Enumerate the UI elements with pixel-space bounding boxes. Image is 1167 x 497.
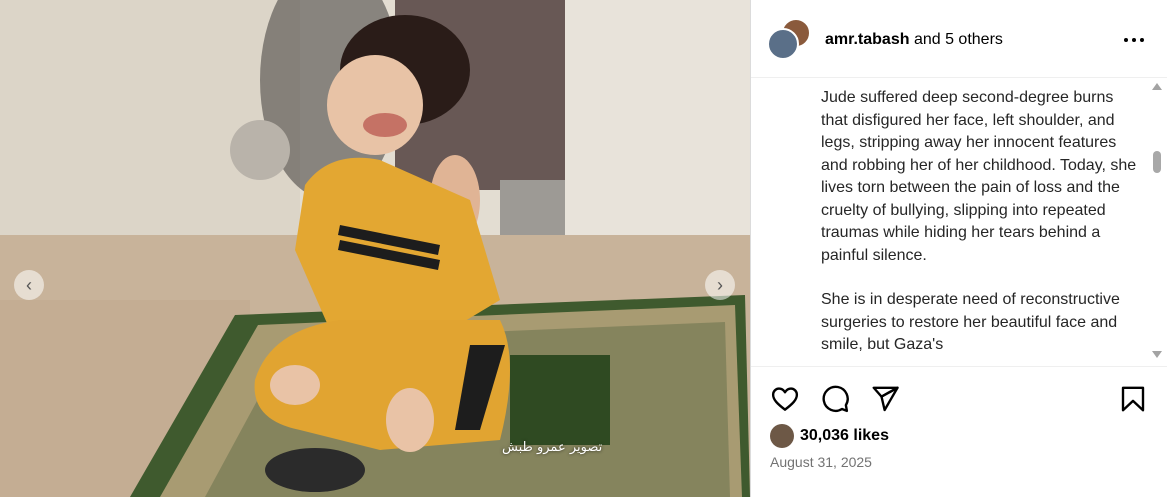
coauthors-link[interactable]: and 5 others: [914, 31, 1003, 48]
chevron-left-icon: ‹: [26, 275, 32, 295]
comment-icon[interactable]: [820, 384, 850, 414]
likes-count[interactable]: 30,036 likes: [800, 427, 889, 445]
post-header: amr.tabash and 5 others: [751, 0, 1167, 78]
photo-watermark: تصوير عمرو طبش: [502, 440, 603, 455]
caption-paragraph: Jude suffered deep second-degree burns t…: [821, 89, 1137, 264]
divider: [751, 366, 1167, 367]
previous-photo-button[interactable]: ‹: [14, 270, 44, 300]
post-date[interactable]: August 31, 2025: [770, 454, 872, 470]
post-side-panel: amr.tabash and 5 others Jude suffered de…: [750, 0, 1167, 497]
more-options-button[interactable]: [1119, 26, 1149, 54]
more-options-icon: [1124, 38, 1128, 42]
scrollbar-thumb[interactable]: [1153, 151, 1161, 173]
bookmark-icon[interactable]: [1118, 384, 1148, 414]
heart-icon[interactable]: [770, 384, 800, 414]
scroll-up-arrow-icon[interactable]: [1152, 83, 1162, 90]
post-authors: amr.tabash and 5 others: [825, 31, 1003, 49]
caption-paragraph: She is in desperate need of reconstructi…: [821, 291, 1120, 353]
likes-summary[interactable]: 30,036 likes: [770, 424, 889, 448]
avatar[interactable]: [767, 28, 799, 60]
username-link[interactable]: amr.tabash: [825, 31, 909, 48]
caption-scrollbar[interactable]: [1148, 79, 1165, 365]
coauthor-avatars[interactable]: [767, 18, 813, 62]
post-photo[interactable]: ‹ › تصوير عمرو طبش: [0, 0, 750, 497]
next-photo-button[interactable]: ›: [705, 270, 735, 300]
photo-scene: [0, 0, 750, 497]
chevron-right-icon: ›: [717, 275, 723, 295]
instagram-post: ‹ › تصوير عمرو طبش amr.tabash and 5 othe…: [0, 0, 1167, 497]
post-caption: Jude suffered deep second-degree burns t…: [821, 87, 1137, 365]
share-icon[interactable]: [870, 384, 900, 414]
scroll-down-arrow-icon[interactable]: [1152, 351, 1162, 358]
avatar: [770, 424, 794, 448]
caption-scroll-area[interactable]: Jude suffered deep second-degree burns t…: [751, 79, 1167, 365]
